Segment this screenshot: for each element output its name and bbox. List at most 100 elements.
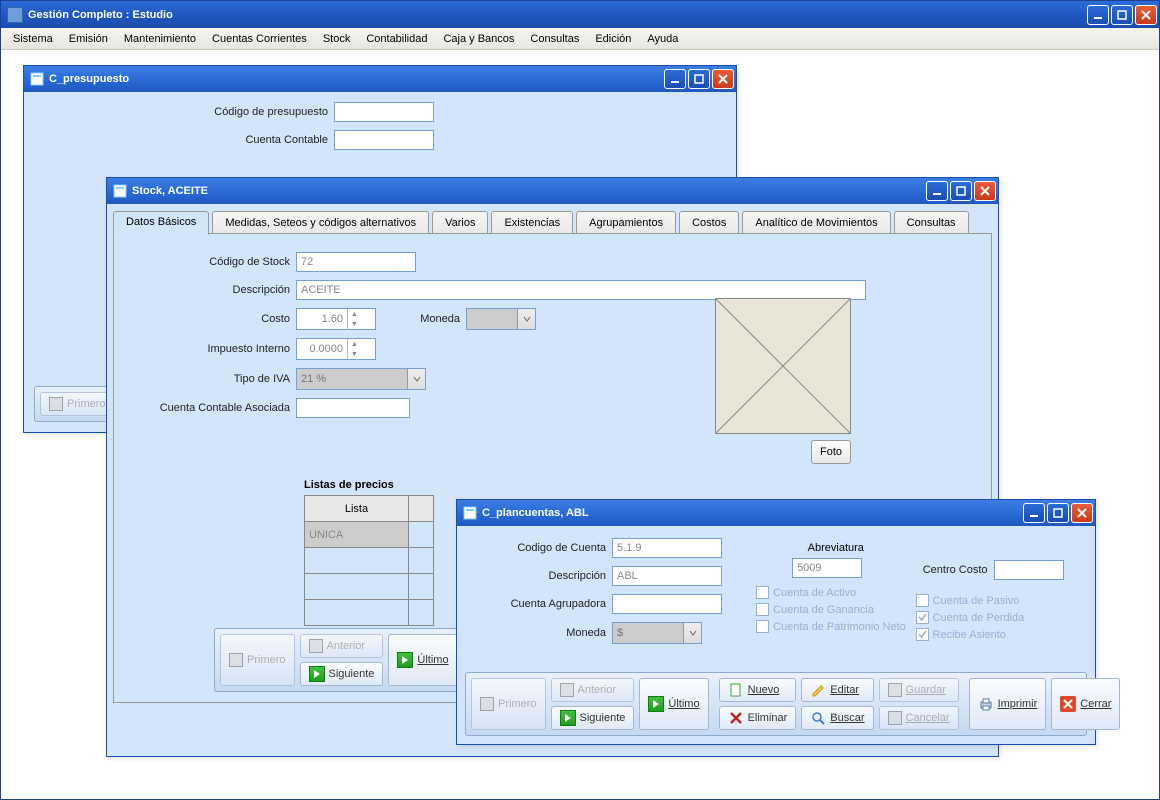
presupuesto-close[interactable]	[712, 69, 734, 89]
stock-close[interactable]	[974, 181, 996, 201]
chk-patrimonio[interactable]: Cuenta de Patrimonio Neto	[756, 620, 915, 633]
stock-titlebar: Stock, ACEITE	[107, 178, 998, 204]
price-row[interactable]: UNICA	[305, 522, 409, 548]
chk-activo[interactable]: Cuenta de Activo	[756, 586, 915, 599]
plancuentas-window: C_plancuentas, ABL Codigo de Cuenta Desc…	[456, 499, 1096, 745]
imprimir-button[interactable]: Imprimir	[969, 678, 1047, 730]
plancuentas-maximize[interactable]	[1047, 503, 1069, 523]
plancuentas-close[interactable]	[1071, 503, 1093, 523]
siguiente-button[interactable]: Siguiente	[300, 662, 384, 686]
spin-down-icon[interactable]: ▼	[348, 349, 361, 359]
tab-analitico[interactable]: Analítico de Movimientos	[742, 211, 890, 234]
foto-button[interactable]: Foto	[811, 440, 851, 464]
cuenta-contable-input[interactable]	[334, 130, 434, 150]
tipo-iva-combo[interactable]: 21 %	[296, 368, 426, 390]
last-icon	[397, 652, 413, 668]
buscar-button[interactable]: Buscar	[801, 706, 873, 730]
moneda-combo[interactable]: $	[612, 622, 702, 644]
siguiente-button[interactable]: Siguiente	[551, 706, 635, 730]
listas-precios-label: Listas de precios	[304, 479, 434, 491]
nuevo-button[interactable]: Nuevo	[719, 678, 797, 702]
menu-sistema[interactable]: Sistema	[5, 30, 61, 48]
centro-label: Centro Costo	[916, 564, 994, 576]
eliminar-button[interactable]: Eliminar	[719, 706, 797, 730]
codigo-cuenta-input[interactable]	[612, 538, 722, 558]
chk-pasivo[interactable]: Cuenta de Pasivo	[916, 594, 1085, 607]
primero-button[interactable]: Primero	[220, 634, 295, 686]
menu-ayuda[interactable]: Ayuda	[639, 30, 686, 48]
spin-down-icon[interactable]: ▼	[348, 319, 361, 329]
presupuesto-maximize[interactable]	[688, 69, 710, 89]
minimize-button[interactable]	[1087, 5, 1109, 25]
centro-input[interactable]	[994, 560, 1064, 580]
ultimo-button[interactable]: Último	[388, 634, 457, 686]
first-icon	[480, 697, 494, 711]
last-icon	[648, 696, 664, 712]
menu-mantenimiento[interactable]: Mantenimiento	[116, 30, 204, 48]
tab-costos[interactable]: Costos	[679, 211, 739, 234]
moneda-label: Moneda	[467, 627, 612, 639]
anterior-button[interactable]: Anterior	[300, 634, 384, 658]
stock-tabs: Datos Básicos Medidas, Seteos y códigos …	[113, 210, 992, 233]
chk-ganancia[interactable]: Cuenta de Ganancia	[756, 603, 915, 616]
menu-caja[interactable]: Caja y Bancos	[435, 30, 522, 48]
menu-cuentas[interactable]: Cuentas Corrientes	[204, 30, 315, 48]
tab-medidas[interactable]: Medidas, Seteos y códigos alternativos	[212, 211, 429, 234]
ultimo-button[interactable]: Último	[639, 678, 708, 730]
desc-input[interactable]	[612, 566, 722, 586]
presupuesto-minimize[interactable]	[664, 69, 686, 89]
menubar: Sistema Emisión Mantenimiento Cuentas Co…	[1, 28, 1159, 50]
descripcion-input[interactable]	[296, 280, 866, 300]
menu-emision[interactable]: Emisión	[61, 30, 116, 48]
moneda-combo[interactable]	[466, 308, 536, 330]
editar-button[interactable]: Editar	[801, 678, 873, 702]
mdi-client: C_presupuesto Código de presupuesto Cuen…	[1, 50, 1159, 799]
tab-varios[interactable]: Varios	[432, 211, 488, 234]
close-button[interactable]	[1135, 5, 1157, 25]
chk-recibe[interactable]: Recibe Asiento	[916, 628, 1085, 641]
tab-existencias[interactable]: Existencias	[491, 211, 573, 234]
stock-minimize[interactable]	[926, 181, 948, 201]
cerrar-button[interactable]: Cerrar	[1051, 678, 1120, 730]
menu-edicion[interactable]: Edición	[587, 30, 639, 48]
prev-icon	[309, 639, 323, 653]
guardar-button[interactable]: Guardar	[879, 678, 959, 702]
chk-perdida[interactable]: Cuenta de Perdida	[916, 611, 1085, 624]
price-table: Lista UNICA	[304, 495, 434, 626]
descripcion-label: Descripción	[126, 284, 296, 296]
impuesto-label: Impuesto Interno	[126, 343, 296, 355]
primero-button[interactable]: Primero	[471, 678, 546, 730]
maximize-button[interactable]	[1111, 5, 1133, 25]
agrup-label: Cuenta Agrupadora	[467, 598, 612, 610]
agrup-input[interactable]	[612, 594, 722, 614]
app-title: Gestión Completo : Estudio	[28, 9, 1087, 21]
costo-spinner[interactable]: ▲▼	[296, 308, 376, 330]
menu-consultas[interactable]: Consultas	[522, 30, 587, 48]
cancelar-button[interactable]: Cancelar	[879, 706, 959, 730]
plancuentas-minimize[interactable]	[1023, 503, 1045, 523]
file-icon	[728, 682, 744, 698]
plan-toolbar: Primero Anterior Siguiente Último Nuevo …	[465, 672, 1087, 736]
first-icon	[49, 397, 63, 411]
anterior-button[interactable]: Anterior	[551, 678, 635, 702]
spin-up-icon[interactable]: ▲	[348, 309, 361, 319]
form-icon	[30, 72, 44, 86]
menu-stock[interactable]: Stock	[315, 30, 359, 48]
form-icon	[113, 184, 127, 198]
presupuesto-titlebar: C_presupuesto	[24, 66, 736, 92]
tab-consultas[interactable]: Consultas	[894, 211, 969, 234]
codigo-presupuesto-input[interactable]	[334, 102, 434, 122]
abrev-input[interactable]	[792, 558, 862, 578]
primero-button[interactable]: Primero	[40, 392, 115, 416]
stock-maximize[interactable]	[950, 181, 972, 201]
plancuentas-body: Codigo de Cuenta Descripción Cuenta Agru…	[457, 526, 1095, 744]
impuesto-spinner[interactable]: ▲▼	[296, 338, 376, 360]
codigo-stock-input[interactable]	[296, 252, 416, 272]
cuenta-asociada-input[interactable]	[296, 398, 410, 418]
main-window: Gestión Completo : Estudio Sistema Emisi…	[0, 0, 1160, 800]
codigo-cuenta-label: Codigo de Cuenta	[467, 542, 612, 554]
spin-up-icon[interactable]: ▲	[348, 339, 361, 349]
tab-agrupamientos[interactable]: Agrupamientos	[576, 211, 676, 234]
tab-datos-basicos[interactable]: Datos Básicos	[113, 211, 209, 235]
menu-contabilidad[interactable]: Contabilidad	[358, 30, 435, 48]
